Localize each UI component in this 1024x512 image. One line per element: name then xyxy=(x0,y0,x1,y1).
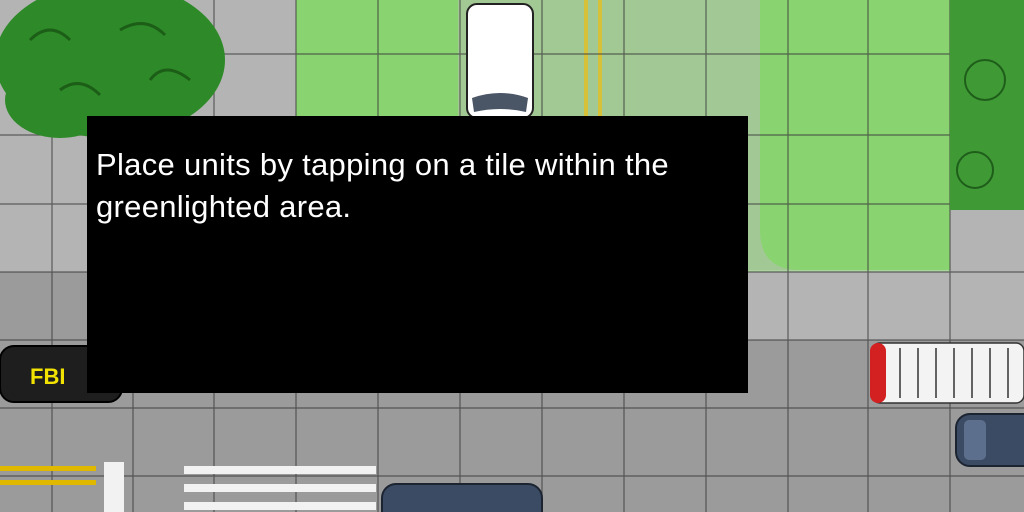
hedge-right xyxy=(950,0,1024,210)
game-board[interactable]: FBI Place units by tapping on a tile wit… xyxy=(0,0,1024,512)
lane-line xyxy=(584,0,588,116)
white-car xyxy=(466,3,534,119)
fbi-label: FBI xyxy=(30,364,65,389)
tutorial-message: Place units by tapping on a tile within … xyxy=(96,147,669,224)
tutorial-dialog[interactable]: Place units by tapping on a tile within … xyxy=(87,116,748,393)
dark-car-bottom xyxy=(381,483,543,512)
dark-car-right xyxy=(955,413,1024,467)
barricade xyxy=(870,342,1024,404)
